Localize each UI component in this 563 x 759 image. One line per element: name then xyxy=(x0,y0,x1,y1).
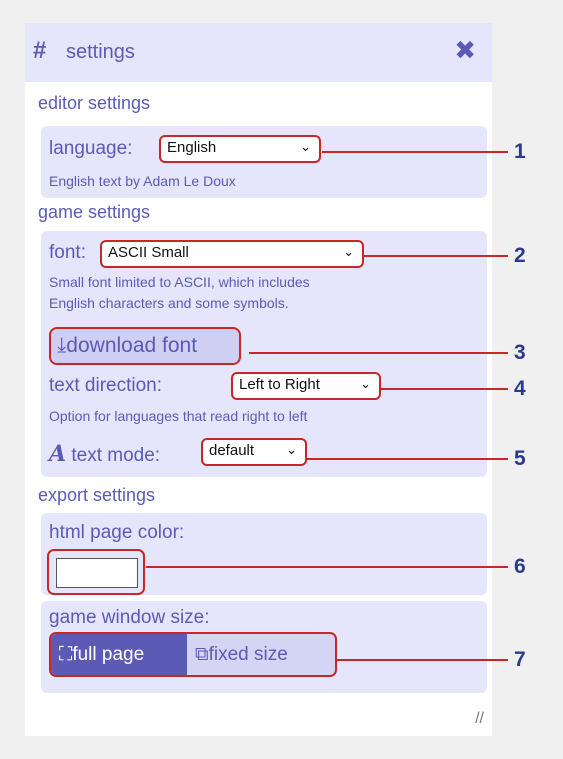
color-swatch xyxy=(56,558,138,588)
callout-number-5: 5 xyxy=(514,447,526,470)
window-size-label: game window size: xyxy=(49,607,210,628)
text-mode-icon: A xyxy=(49,441,67,467)
settings-panel: # settings ✖ editor settings language: E… xyxy=(25,23,492,736)
chevron-down-icon: ⌄ xyxy=(300,139,311,154)
crop-icon: ⧉ xyxy=(195,644,209,665)
game-settings-title: game settings xyxy=(38,202,151,222)
fixed-size-button[interactable]: ⧉fixed size xyxy=(187,634,335,675)
callout-line-3 xyxy=(249,352,508,354)
callout-number-7: 7 xyxy=(514,648,526,671)
font-select[interactable]: ASCII Small ⌄ xyxy=(100,240,364,268)
callout-number-4: 4 xyxy=(514,377,526,400)
language-select[interactable]: English ⌄ xyxy=(159,135,321,163)
hash-icon: # xyxy=(33,37,47,64)
download-font-label: download font xyxy=(66,334,198,357)
full-page-label: full page xyxy=(72,644,145,665)
fullscreen-icon: ⛶ xyxy=(59,644,73,665)
language-note: English text by Adam Le Doux xyxy=(49,173,236,189)
text-direction-select[interactable]: Left to Right ⌄ xyxy=(231,372,381,400)
callout-number-3: 3 xyxy=(514,341,526,364)
export-settings-title: export settings xyxy=(38,485,156,505)
chevron-down-icon: ⌄ xyxy=(286,442,297,457)
full-page-button[interactable]: ⛶full page xyxy=(51,634,187,675)
text-mode-label: text mode: xyxy=(71,445,161,466)
html-color-label: html page color: xyxy=(49,522,185,543)
window-size-box: game window size: ⛶full page ⧉fixed size xyxy=(41,601,487,693)
callout-line-4 xyxy=(380,388,508,390)
chevron-down-icon: ⌄ xyxy=(360,376,371,391)
game-settings-box: font: ASCII Small ⌄ Small font limited t… xyxy=(41,231,487,477)
download-font-button[interactable]: ⤓download font xyxy=(49,327,241,365)
close-icon[interactable]: ✖ xyxy=(454,35,476,66)
text-direction-note: Option for languages that read right to … xyxy=(49,408,308,424)
html-color-picker[interactable] xyxy=(47,549,145,595)
callout-line-7 xyxy=(335,659,508,661)
language-label: language: xyxy=(49,138,133,159)
download-font-row: ⤓download font xyxy=(41,323,487,371)
panel-title: settings xyxy=(66,41,135,63)
callout-line-1 xyxy=(322,151,508,153)
fixed-size-label: fixed size xyxy=(208,644,288,665)
font-note-line1: Small font limited to ASCII, which inclu… xyxy=(49,274,310,290)
callout-number-2: 2 xyxy=(514,244,526,267)
download-icon: ⤓ xyxy=(57,334,67,357)
text-mode-row: A text mode: xyxy=(49,441,160,467)
callout-line-6 xyxy=(146,566,508,568)
callout-line-5 xyxy=(307,458,508,460)
resize-handle-icon[interactable]: // xyxy=(475,710,484,728)
html-color-box: html page color: xyxy=(41,513,487,595)
editor-settings-title: editor settings xyxy=(38,93,151,113)
text-mode-value: default xyxy=(209,442,255,459)
callout-line-2 xyxy=(364,255,508,257)
font-select-value: ASCII Small xyxy=(108,244,189,261)
text-direction-value: Left to Right xyxy=(239,376,320,393)
callout-number-1: 1 xyxy=(514,140,526,163)
editor-settings-box: language: English ⌄ English text by Adam… xyxy=(41,126,487,198)
window-size-toggle: ⛶full page ⧉fixed size xyxy=(49,632,337,677)
chevron-down-icon: ⌄ xyxy=(343,244,354,259)
text-direction-label: text direction: xyxy=(49,375,162,396)
panel-header: # settings ✖ xyxy=(25,23,492,82)
text-mode-select[interactable]: default ⌄ xyxy=(201,438,307,466)
font-label: font: xyxy=(49,242,86,263)
callout-number-6: 6 xyxy=(514,555,526,578)
font-note-line2: English characters and some symbols. xyxy=(49,295,289,311)
language-select-value: English xyxy=(167,139,217,156)
